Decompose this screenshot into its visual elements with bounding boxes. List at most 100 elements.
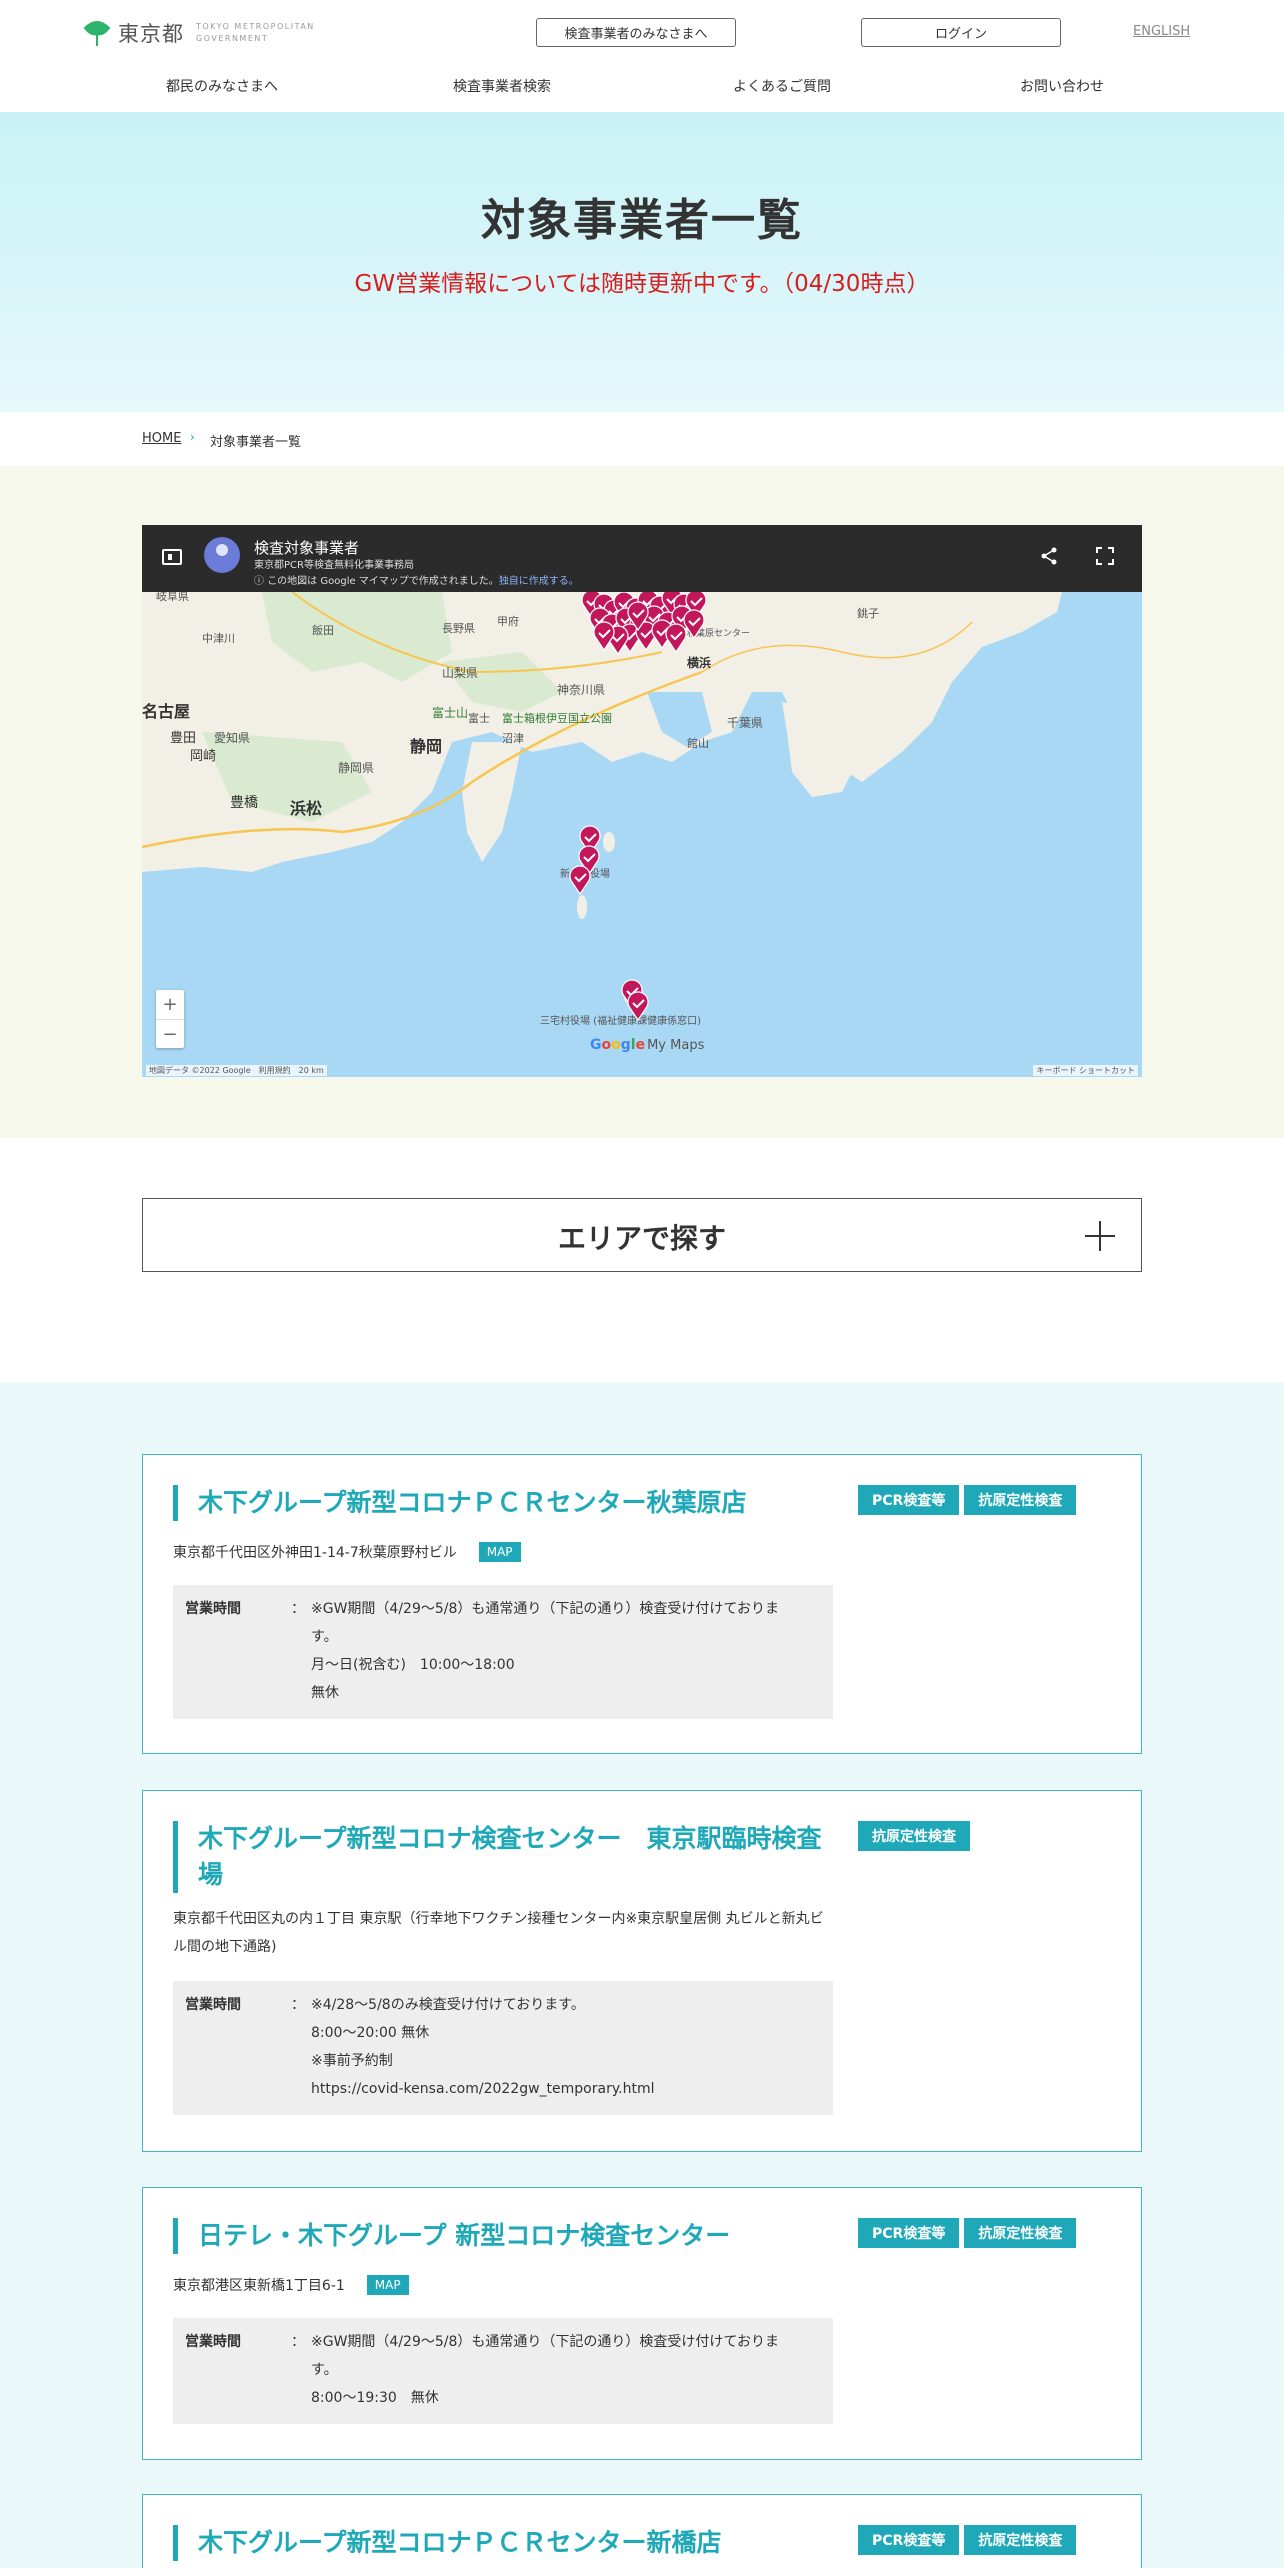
site-header: 東京都 TOKYO METROPOLITAN GOVERNMENT 検査事業者の… xyxy=(0,0,1284,112)
map-section: 検査対象事業者 東京都PCR等検査無料化事業事務局 ⓘ この地図は Google… xyxy=(0,466,1284,1138)
business-title[interactable]: 木下グループ新型コロナ検査センター 東京駅臨時検査場 xyxy=(173,1821,823,1893)
breadcrumb-home[interactable]: HOME xyxy=(142,431,181,446)
tokyo-logo[interactable]: 東京都 TOKYO METROPOLITAN GOVERNMENT xyxy=(82,18,326,48)
hours-line: 月～日(祝含む) 10:00～18:00 xyxy=(311,1657,515,1673)
address-text: 東京都港区東新橋1丁目6-1 xyxy=(173,2278,345,2294)
business-title[interactable]: 木下グループ新型コロナＰＣＲセンター秋葉原店 xyxy=(173,1485,823,1521)
label-mtfuji: 富士山 xyxy=(432,705,468,720)
nav-item-residents[interactable]: 都民のみなさまへ xyxy=(166,76,278,96)
label-miyake: 三宅村役場 (福祉健康課健康係窓口) xyxy=(540,1014,701,1027)
label-gifu: 岐阜県 xyxy=(156,592,189,603)
page-title: 対象事業者一覧 xyxy=(481,195,803,246)
hours-value: ※4/28～5/8のみ検査受け付けております。 8:00～20:00 無休 ※事… xyxy=(311,1991,821,2103)
side-panel-icon[interactable] xyxy=(162,549,182,565)
map-button[interactable]: MAP xyxy=(366,2275,409,2295)
tag-pcr: PCR検査等 xyxy=(858,2218,960,2248)
business-card: 木下グループ新型コロナＰＣＲセンター新橋店 PCR検査等 抗原定性検査 xyxy=(142,2494,1142,2568)
ginkgo-icon xyxy=(82,18,112,48)
breadcrumb-current: 対象事業者一覧 xyxy=(210,435,302,450)
hours-line: 無休 xyxy=(311,1685,339,1701)
test-tags: PCR検査等 抗原定性検査 xyxy=(858,1485,1077,1515)
label-shizuoka-pref: 静岡県 xyxy=(338,761,374,775)
tag-antigen: 抗原定性検査 xyxy=(964,2218,1077,2248)
nav-item-faq[interactable]: よくあるご質問 xyxy=(733,76,831,96)
area-search-label: エリアで探す xyxy=(557,1222,726,1255)
hours-line: 8:00～20:00 無休 xyxy=(311,2025,430,2041)
zoom-control: + − xyxy=(156,990,184,1048)
hours-value: ※GW期間（4/29～5/8）も通常通り（下記の通り）検査受け付けておりま す。… xyxy=(311,2328,821,2412)
test-tags: 抗原定性検査 xyxy=(858,1821,970,1851)
business-list: 木下グループ新型コロナＰＣＲセンター秋葉原店 PCR検査等 抗原定性検査 東京都… xyxy=(0,1382,1284,2568)
map-made-with: ⓘ この地図は Google マイマップで作成されました。独自に作成する。 xyxy=(254,572,579,587)
avatar xyxy=(204,537,240,573)
area-section: エリアで探す xyxy=(0,1138,1284,1382)
business-card: 木下グループ新型コロナＰＣＲセンター秋葉原店 PCR検査等 抗原定性検査 東京都… xyxy=(142,1454,1142,1754)
area-search-toggle[interactable]: エリアで探す xyxy=(142,1198,1142,1272)
label-numazu: 沼津 xyxy=(502,731,524,745)
address-text: 東京都千代田区丸の内１丁目 東京駅（行幸地下ワクチン接種センター内※東京駅皇居側… xyxy=(173,1911,824,1955)
business-address: 東京都千代田区丸の内１丁目 東京駅（行幸地下ワクチン接種センター内※東京駅皇居側… xyxy=(173,1905,833,1961)
hours-colon: ： xyxy=(291,2334,305,2350)
hours-label: 営業時間 xyxy=(185,1601,241,1617)
hours-value: ※GW期間（4/29～5/8）も通常通り（下記の通り）検査受け付けておりま す。… xyxy=(311,1595,821,1707)
label-nagano: 長野県 xyxy=(442,622,475,635)
hours-label: 営業時間 xyxy=(185,1997,241,2013)
breadcrumb: HOME › 対象事業者一覧 xyxy=(0,412,1284,466)
fullscreen-icon[interactable] xyxy=(1096,547,1114,565)
tag-antigen: 抗原定性検査 xyxy=(964,2525,1077,2555)
business-title[interactable]: 木下グループ新型コロナＰＣＲセンター新橋店 xyxy=(173,2525,823,2561)
business-address: 東京都港区東新橋1丁目6-1 MAP xyxy=(173,2272,833,2300)
label-nagoya: 名古屋 xyxy=(142,702,190,721)
map-footer: 地図データ ©2022 Google 利用規約 20 km キーボード ショート… xyxy=(142,1063,1142,1077)
label-toyota: 豊田 xyxy=(170,731,196,746)
map-attribution[interactable]: 地図データ ©2022 Google 利用規約 20 km xyxy=(146,1065,327,1076)
business-card: 木下グループ新型コロナ検査センター 東京駅臨時検査場 抗原定性検査 東京都千代田… xyxy=(142,1790,1142,2152)
map-button[interactable]: MAP xyxy=(478,1542,521,1562)
label-tateyama: 館山 xyxy=(687,736,709,750)
tag-pcr: PCR検査等 xyxy=(858,1485,960,1515)
hours-line: す。 xyxy=(311,1629,338,1645)
english-link[interactable]: ENGLISH xyxy=(1133,24,1190,39)
gw-notice: GW営業情報については随時更新中です。（04/30時点） xyxy=(354,271,930,297)
made-with-text: この地図は Google マイマップで作成されました。 xyxy=(267,576,499,587)
label-hamamatsu: 浜松 xyxy=(290,799,322,818)
hours-colon: ： xyxy=(291,1997,305,2013)
label-aichi: 愛知県 xyxy=(214,731,250,745)
hours-line: す。 xyxy=(311,2362,338,2378)
label-fuji: 富士 xyxy=(468,711,490,725)
business-title[interactable]: 日テレ・木下グループ 新型コロナ検査センター xyxy=(173,2218,823,2254)
business-address: 東京都千代田区外神田1-14-7秋葉原野村ビル MAP xyxy=(173,1539,833,1567)
share-icon[interactable] xyxy=(1040,547,1058,570)
nav-item-search[interactable]: 検査事業者検索 xyxy=(453,76,551,96)
keyboard-shortcuts[interactable]: キーボード ショートカット xyxy=(1033,1065,1138,1076)
label-okazaki: 岡崎 xyxy=(190,749,216,764)
label-chiba: 千葉県 xyxy=(727,716,763,730)
mymaps-label: My Maps xyxy=(647,1038,705,1053)
embedded-map[interactable]: 検査対象事業者 東京都PCR等検査無料化事業事務局 ⓘ この地図は Google… xyxy=(142,525,1142,1077)
for-businesses-button[interactable]: 検査事業者のみなさまへ xyxy=(536,18,736,47)
zoom-out-button[interactable]: − xyxy=(156,1019,184,1048)
login-button[interactable]: ログイン xyxy=(861,18,1061,47)
label-toyohashi: 豊橋 xyxy=(230,795,258,811)
test-tags: PCR検査等 抗原定性検査 xyxy=(858,2218,1077,2248)
zoom-in-button[interactable]: + xyxy=(156,990,184,1019)
label-iida: 飯田 xyxy=(312,623,334,637)
map-canvas[interactable]: 岐阜県 中津川 飯田 長野県 甲府 山梨県 富士山 富士箱根伊豆国立公園 神奈川… xyxy=(142,592,1142,1077)
hours-line: ※事前予約制 xyxy=(311,2053,393,2069)
nav-item-contact[interactable]: お問い合わせ xyxy=(1020,76,1104,96)
label-yamanashi: 山梨県 xyxy=(442,666,478,680)
hours-line: ※GW期間（4/29～5/8）も通常通り（下記の通り）検査受け付けておりま xyxy=(311,2334,779,2350)
label-choshi: 銚子 xyxy=(857,606,879,620)
global-nav: 都民のみなさまへ 検査事業者検索 よくあるご質問 お問い合わせ xyxy=(0,76,1284,100)
map-header: 検査対象事業者 東京都PCR等検査無料化事業事務局 ⓘ この地図は Google… xyxy=(142,525,1142,592)
map-title: 検査対象事業者 xyxy=(254,539,360,557)
create-map-link[interactable]: 独自に作成する。 xyxy=(499,576,579,587)
google-mymaps-logo: Google My Maps xyxy=(590,1037,705,1053)
hours-line[interactable]: https://covid-kensa.com/2022gw_temporary… xyxy=(311,2075,821,2103)
logo-subtitle: TOKYO METROPOLITAN GOVERNMENT xyxy=(196,22,315,43)
business-card: 日テレ・木下グループ 新型コロナ検査センター PCR検査等 抗原定性検査 東京都… xyxy=(142,2187,1142,2460)
test-tags: PCR検査等 抗原定性検査 xyxy=(858,2525,1077,2555)
hours-line: ※4/28～5/8のみ検査受け付けております。 xyxy=(311,1997,585,2013)
business-hours: 営業時間 ： ※GW期間（4/29～5/8）も通常通り（下記の通り）検査受け付け… xyxy=(173,2318,833,2424)
business-hours: 営業時間 ： ※4/28～5/8のみ検査受け付けております。 8:00～20:0… xyxy=(173,1981,833,2115)
